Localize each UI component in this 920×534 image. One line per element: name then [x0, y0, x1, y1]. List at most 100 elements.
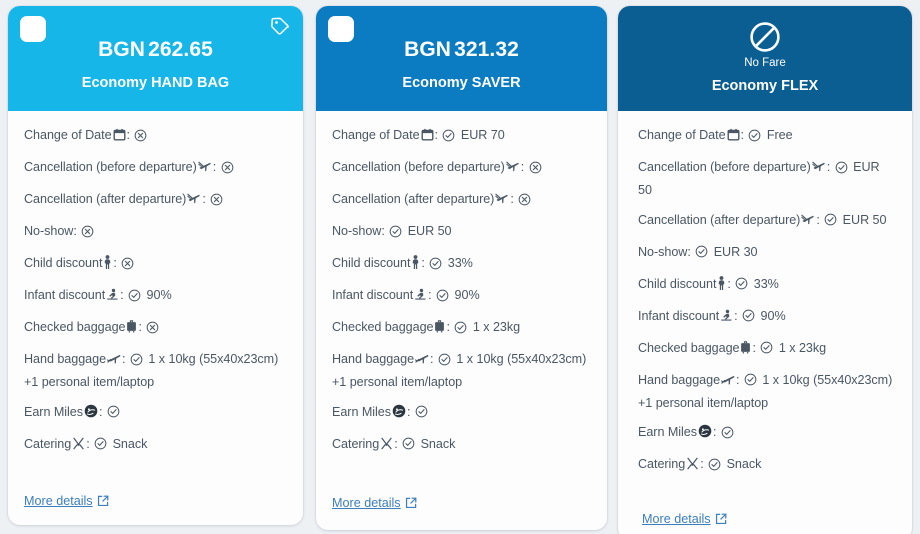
- feature-row: Catering: Snack: [638, 454, 896, 477]
- status-included-icon: [721, 425, 734, 446]
- feature-value: 90%: [455, 288, 480, 302]
- feature-value: 33%: [754, 277, 779, 291]
- status-included-icon: [429, 256, 442, 277]
- catering-icon: [380, 437, 393, 450]
- status-included-icon: [128, 288, 141, 309]
- fare-feature-list: Change of Date: FreeCancellation (before…: [618, 111, 912, 499]
- feature-value: 90%: [147, 288, 172, 302]
- external-link-icon: [405, 496, 417, 510]
- more-details-label: More details: [332, 496, 401, 510]
- feature-label: Earn Miles: [24, 405, 83, 419]
- feature-value: EUR 30: [714, 245, 758, 259]
- fare-card-header: No Fare Economy FLEX: [618, 6, 912, 111]
- feature-row: Cancellation (before departure):: [332, 157, 591, 180]
- no-flight-icon: [801, 213, 815, 226]
- feature-row: No-show: EUR 30: [638, 242, 896, 265]
- suitcase-icon: [126, 319, 137, 333]
- card-bottom-spacer: [8, 510, 303, 525]
- fare-feature-list: Change of Date: EUR 70 Cancellation (befo…: [316, 111, 607, 483]
- miles-icon: [84, 404, 98, 418]
- fare-name: Economy FLEX: [628, 78, 902, 94]
- fare-card[interactable]: BGN262.65 Economy HAND BAG Change of Date…: [8, 6, 303, 525]
- more-details-link[interactable]: More details: [642, 512, 727, 526]
- suitcase-icon: [434, 319, 445, 333]
- no-flight-icon: [495, 192, 509, 205]
- catering-icon: [72, 437, 85, 450]
- status-included-icon: [695, 244, 708, 265]
- status-included-icon: [760, 340, 773, 361]
- no-flight-icon: [812, 160, 826, 173]
- external-link-icon: [97, 494, 109, 508]
- feature-row: Checked baggage: 1 x 23kg: [638, 338, 896, 361]
- feature-label: No-show:: [24, 224, 77, 238]
- status-included-icon: [107, 404, 120, 425]
- feature-value: Snack: [113, 437, 148, 451]
- child-icon: [411, 255, 420, 269]
- feature-label: No-show:: [332, 224, 385, 238]
- status-not-included-icon: [210, 192, 223, 213]
- feature-row: Earn Miles:: [24, 402, 287, 425]
- infant-icon: [106, 288, 119, 301]
- feature-row: Earn Miles:: [332, 402, 591, 425]
- card-bottom-spacer: [316, 512, 607, 530]
- feature-row: Hand baggage: 1 x 10kg (55x40x23cm) +1 p…: [332, 349, 591, 393]
- feature-label: Child discount: [332, 256, 410, 270]
- status-included-icon: [835, 160, 848, 181]
- status-included-icon: [708, 457, 721, 478]
- status-not-included-icon: [221, 160, 234, 181]
- feature-label: Earn Miles: [332, 405, 391, 419]
- price-amount: 262.65: [148, 38, 213, 61]
- currency-code: BGN: [98, 38, 145, 61]
- fare-select-checkbox[interactable]: [20, 16, 46, 42]
- status-included-icon: [436, 288, 449, 309]
- price-amount: 321.32: [454, 38, 519, 61]
- status-not-included-icon: [134, 128, 147, 149]
- status-included-icon: [442, 128, 455, 149]
- fare-card[interactable]: No Fare Economy FLEX Change of Date: Fre…: [618, 6, 912, 534]
- status-included-icon: [824, 212, 837, 233]
- status-included-icon: [94, 436, 107, 457]
- feature-row: Catering: Snack: [24, 434, 287, 457]
- miles-icon: [392, 404, 406, 418]
- fare-price: BGN262.65: [18, 38, 293, 62]
- status-included-icon: [742, 308, 755, 329]
- status-included-icon: [130, 352, 143, 373]
- feature-label: Catering: [24, 437, 71, 451]
- feature-value: 90%: [761, 309, 786, 323]
- more-details-row: More details: [8, 481, 303, 510]
- feature-label: Cancellation (before departure): [332, 160, 505, 174]
- infant-icon: [720, 309, 733, 322]
- feature-label: Cancellation (after departure): [24, 192, 186, 206]
- catering-icon: [686, 457, 699, 470]
- feature-label: No-show:: [638, 245, 691, 259]
- feature-row: Infant discount: 90%: [24, 285, 287, 308]
- feature-row: No-show: EUR 50: [332, 221, 591, 244]
- more-details-link[interactable]: More details: [24, 494, 109, 508]
- fare-feature-list: Change of Date: Cancellation (before dep…: [8, 111, 303, 481]
- feature-label: Checked baggage: [332, 320, 433, 334]
- price-tag-icon: [269, 15, 291, 37]
- no-fare-label: No Fare: [628, 57, 902, 69]
- feature-value: EUR 50: [408, 224, 452, 238]
- feature-row: Change of Date: Free: [638, 125, 896, 148]
- no-flight-icon: [198, 160, 212, 173]
- feature-row: Cancellation (after departure):: [24, 189, 287, 212]
- fare-name: Economy HAND BAG: [18, 75, 293, 91]
- feature-row: Change of Date: EUR 70: [332, 125, 591, 148]
- status-included-icon: [748, 128, 761, 149]
- fare-card[interactable]: BGN321.32Economy SAVER Change of Date: E…: [316, 6, 607, 530]
- infant-icon: [414, 288, 427, 301]
- calendar-icon: [727, 128, 740, 141]
- more-details-label: More details: [642, 512, 711, 526]
- fare-name: Economy SAVER: [326, 75, 597, 91]
- status-included-icon: [735, 276, 748, 297]
- fare-select-checkbox[interactable]: [328, 16, 354, 42]
- feature-label: Hand baggage: [638, 373, 720, 387]
- feature-label: Catering: [332, 437, 379, 451]
- more-details-link[interactable]: More details: [332, 496, 417, 510]
- feature-label: Hand baggage: [24, 352, 106, 366]
- feature-value: Free: [767, 128, 793, 142]
- feature-value: EUR 50: [843, 213, 887, 227]
- feature-label: Infant discount: [24, 288, 105, 302]
- feature-value: 1 x 23kg: [779, 341, 826, 355]
